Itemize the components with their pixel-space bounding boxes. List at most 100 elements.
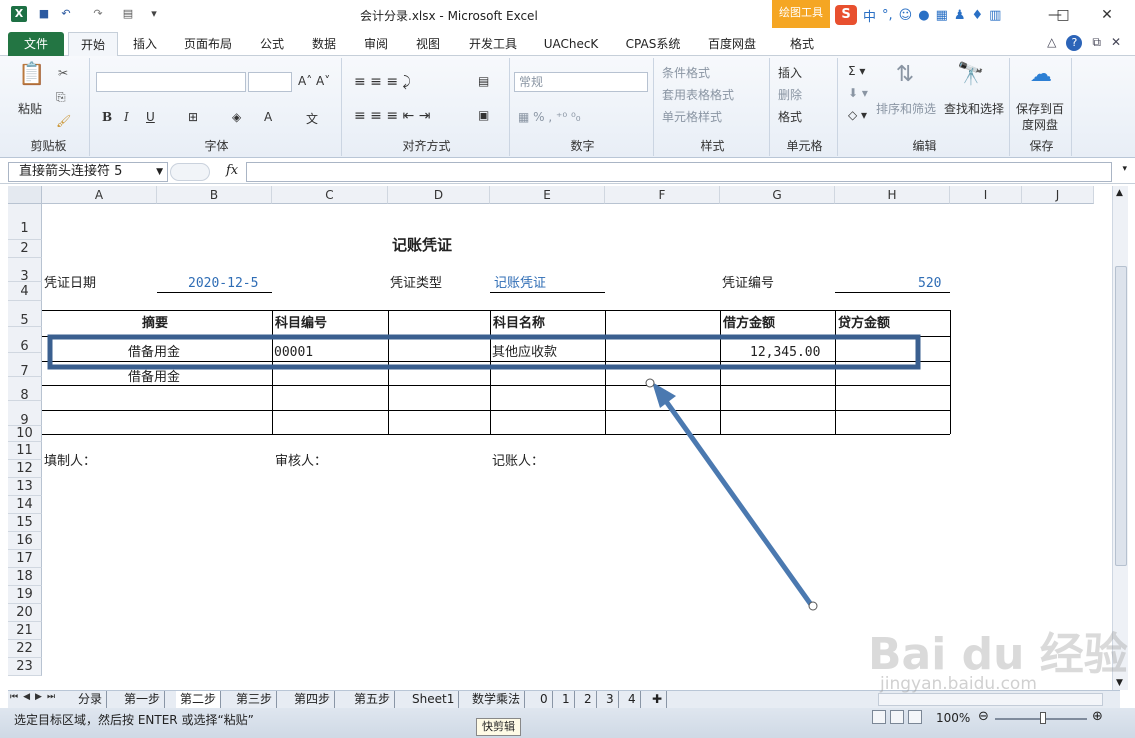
page-break-view-icon[interactable] (908, 710, 922, 724)
sheet-tab-9[interactable]: 1 (558, 691, 575, 708)
tab-page-layout[interactable]: 页面布局 (176, 32, 240, 56)
fill-icon[interactable]: ⬇ ▾ (848, 86, 868, 100)
zoom-slider-knob[interactable] (1040, 712, 1046, 724)
sheet-tab-5[interactable]: 第五步 (350, 691, 396, 708)
find-select-icon[interactable]: 🔭 (956, 62, 986, 88)
sheet-tab-10[interactable]: 2 (580, 691, 597, 708)
sheet-nav-icons[interactable]: ⏮◀▶⏭ (10, 692, 60, 702)
col-header-j[interactable]: J (1022, 186, 1094, 204)
col-header-a[interactable]: A (42, 186, 157, 204)
row6-account-code[interactable]: 00001 (274, 343, 313, 363)
help-icon[interactable]: ? (1066, 35, 1083, 51)
row-header-21[interactable]: 21 (8, 622, 42, 640)
ime-keyboard-icon[interactable]: ▦ (936, 8, 948, 23)
formula-bar-grip[interactable] (170, 163, 210, 181)
grow-font-icon[interactable]: A˄ A˅ (298, 74, 330, 88)
row-header-5[interactable]: 5 (8, 301, 42, 328)
find-select-button[interactable]: 查找和选择 (944, 100, 1004, 117)
name-box-dropdown-icon[interactable]: ▼ (156, 163, 163, 181)
row-header-10[interactable]: 10 (8, 426, 42, 442)
tab-home[interactable]: 开始 (68, 32, 118, 56)
phonetic-icon[interactable]: 文 (306, 110, 318, 127)
tab-baidu-netdisk[interactable]: 百度网盘 (700, 32, 764, 56)
tab-view[interactable]: 视图 (408, 32, 448, 56)
scroll-up-icon[interactable]: ▲ (1116, 188, 1123, 198)
tab-insert[interactable]: 插入 (122, 32, 168, 56)
paste-icon[interactable]: 📋 (18, 62, 46, 88)
copy-icon[interactable]: ⎘ (56, 90, 66, 105)
col-header-i[interactable]: I (950, 186, 1022, 204)
ime-emoji-icon[interactable]: ☺ (899, 8, 913, 23)
tab-format[interactable]: 格式 (776, 32, 828, 56)
font-size-select[interactable] (248, 72, 292, 92)
format-cells-button[interactable]: 格式 (778, 108, 802, 125)
row-header-6[interactable]: 6 (8, 327, 42, 354)
delete-cells-button[interactable]: 删除 (778, 86, 802, 103)
row-header-19[interactable]: 19 (8, 586, 42, 604)
font-name-select[interactable] (96, 72, 246, 92)
sheet-tab-8[interactable]: 0 (536, 691, 553, 708)
row-header-7[interactable]: 7 (8, 353, 42, 379)
name-box[interactable]: 直接箭头连接符 5 ▼ (8, 162, 168, 182)
ime-punctuation-icon[interactable]: °, (882, 8, 893, 23)
undo-icon[interactable]: ↶ (58, 6, 74, 22)
tab-review[interactable]: 审阅 (356, 32, 396, 56)
row-header-1[interactable]: 1 (8, 204, 42, 240)
col-header-g[interactable]: G (720, 186, 835, 204)
zoom-level[interactable]: 100% (936, 711, 970, 725)
col-header-c[interactable]: C (272, 186, 388, 204)
row-header-18[interactable]: 18 (8, 568, 42, 586)
merge-center-icon[interactable]: ▣ (478, 108, 489, 122)
cell-styles-button[interactable]: 单元格样式 (662, 108, 722, 125)
quick-access-customize-icon[interactable]: ▤ (120, 6, 136, 22)
col-header-h[interactable]: H (835, 186, 950, 204)
window-restore-icon[interactable]: ⧉ (1092, 35, 1101, 51)
row6-debit[interactable]: 12,345.00 (750, 343, 820, 363)
tab-file[interactable]: 文件 (8, 32, 64, 56)
number-format-select[interactable]: 常规 (514, 72, 648, 92)
row-header-17[interactable]: 17 (8, 550, 42, 568)
ime-user-icon[interactable]: ♟ (954, 8, 966, 23)
vertical-scrollbar[interactable]: ▲ ▼ (1112, 186, 1128, 690)
insert-cells-button[interactable]: 插入 (778, 64, 802, 81)
row6-summary[interactable]: 借备用金 (128, 343, 180, 363)
format-as-table-button[interactable]: 套用表格格式 (662, 86, 734, 103)
expand-formula-icon[interactable]: ▾ (1122, 164, 1127, 174)
tab-formulas[interactable]: 公式 (252, 32, 292, 56)
voucher-date-value[interactable]: 2020-12-5 (188, 274, 258, 294)
formula-input[interactable] (246, 162, 1112, 182)
worksheet-grid[interactable]: A B C D E F G H I J 记账凭证 凭证日期 2020-12-5 … (8, 186, 1112, 688)
format-painter-icon[interactable]: 🖌 (56, 114, 71, 128)
col-header-b[interactable]: B (157, 186, 272, 204)
window-close-icon[interactable]: ✕ (1111, 35, 1121, 51)
bold-icon[interactable]: B (102, 110, 112, 124)
voucher-number-value[interactable]: 520 (918, 274, 941, 294)
row-header-3[interactable]: 3 (8, 258, 42, 284)
page-layout-view-icon[interactable] (890, 710, 904, 724)
tab-data[interactable]: 数据 (304, 32, 344, 56)
close-icon[interactable]: ✕ (1094, 4, 1120, 26)
sheet-tab-4[interactable]: 第四步 (290, 691, 336, 708)
sort-filter-icon[interactable]: ⇅ (890, 62, 920, 88)
fill-color-icon[interactable]: ◈ (232, 110, 241, 124)
border-icon[interactable]: ⊞ (188, 110, 198, 124)
voucher-type-value[interactable]: 记账凭证 (494, 274, 546, 294)
ime-skin-icon[interactable]: ♦ (972, 8, 984, 23)
row-header-14[interactable]: 14 (8, 496, 42, 514)
insert-function-icon[interactable]: fx (226, 163, 238, 178)
row-header-11[interactable]: 11 (8, 442, 42, 460)
font-color-icon[interactable]: A (264, 110, 272, 124)
autosum-icon[interactable]: Σ ▾ (848, 64, 865, 78)
row-header-15[interactable]: 15 (8, 514, 42, 532)
row6-account-name[interactable]: 其他应收款 (492, 343, 557, 363)
col-header-e[interactable]: E (490, 186, 605, 204)
save-baidu-line2[interactable]: 度网盘 (1022, 116, 1058, 133)
vertical-scroll-thumb[interactable] (1115, 266, 1127, 566)
normal-view-icon[interactable] (872, 710, 886, 724)
ime-voice-icon[interactable]: ● (918, 8, 929, 23)
excel-app-icon[interactable]: X (11, 6, 27, 22)
tab-cpas[interactable]: CPAS系统 (618, 32, 688, 56)
zoom-out-icon[interactable]: ⊖ (978, 709, 989, 724)
sheet-tab-1[interactable]: 第一步 (120, 691, 166, 708)
save-baidu-line1[interactable]: 保存到百 (1016, 100, 1064, 117)
